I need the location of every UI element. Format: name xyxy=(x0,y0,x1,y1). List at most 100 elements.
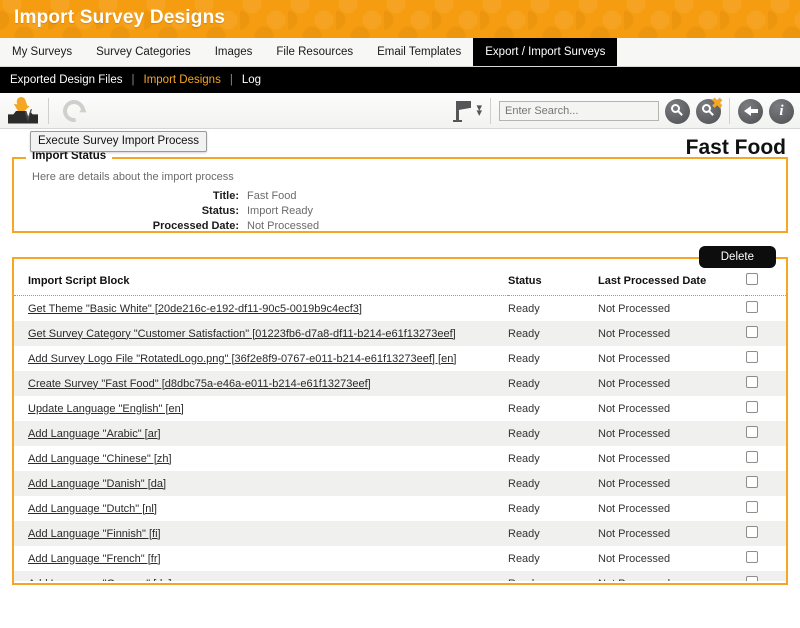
clear-search-button[interactable]: ✖ xyxy=(696,99,721,124)
cell-select xyxy=(746,546,786,571)
cell-status: Ready xyxy=(508,571,598,581)
x-badge-icon: ✖ xyxy=(711,96,723,110)
select-all-checkbox[interactable] xyxy=(746,273,758,285)
back-button[interactable] xyxy=(738,99,763,124)
table-row: Add Language "Danish" [da]ReadyNot Proce… xyxy=(14,471,786,496)
page-header-title: Import Survey Designs xyxy=(14,7,225,29)
script-block-link[interactable]: Add Language "German" [de] xyxy=(28,578,172,582)
cell-last-processed-date: Not Processed xyxy=(598,521,746,546)
row-checkbox[interactable] xyxy=(746,501,758,513)
row-checkbox[interactable] xyxy=(746,476,758,488)
row-checkbox[interactable] xyxy=(746,551,758,563)
col-status: Status xyxy=(508,259,598,296)
table-row: Add Language "Chinese" [zh]ReadyNot Proc… xyxy=(14,446,786,471)
tab-email-templates[interactable]: Email Templates xyxy=(365,38,473,66)
primary-tab-bar: My SurveysSurvey CategoriesImagesFile Re… xyxy=(0,38,800,67)
cell-status: Ready xyxy=(508,346,598,371)
cell-select xyxy=(746,346,786,371)
tab-survey-categories[interactable]: Survey Categories xyxy=(84,38,203,66)
cell-last-processed-date: Not Processed xyxy=(598,571,746,581)
info-button[interactable]: i xyxy=(769,99,794,124)
script-block-link[interactable]: Add Language "Arabic" [ar] xyxy=(28,428,161,440)
script-block-link[interactable]: Add Language "Chinese" [zh] xyxy=(28,453,172,465)
script-block-link[interactable]: Get Theme "Basic White" [20de216c-e192-d… xyxy=(28,303,362,315)
cell-status: Ready xyxy=(508,371,598,396)
row-checkbox[interactable] xyxy=(746,526,758,538)
script-block-link[interactable]: Update Language "English" [en] xyxy=(28,403,184,415)
cell-status: Ready xyxy=(508,396,598,421)
row-checkbox[interactable] xyxy=(746,451,758,463)
search-button[interactable] xyxy=(665,99,690,124)
cell-status: Ready xyxy=(508,521,598,546)
table-body: Get Theme "Basic White" [20de216c-e192-d… xyxy=(14,296,786,582)
tab-export-import-surveys[interactable]: Export / Import Surveys xyxy=(473,38,617,66)
subnav-item-exported-design-files[interactable]: Exported Design Files xyxy=(10,74,123,86)
refresh-icon xyxy=(59,95,90,126)
row-checkbox[interactable] xyxy=(746,351,758,363)
script-block-link[interactable]: Add Language "Dutch" [nl] xyxy=(28,503,157,515)
row-checkbox[interactable] xyxy=(746,426,758,438)
flag-filter-button[interactable]: ▾▾ xyxy=(453,100,482,122)
table-row: Add Language "Finnish" [fi] ReadyNot Proc… xyxy=(14,521,786,546)
cell-status: Ready xyxy=(508,496,598,521)
cell-last-processed-date: Not Processed xyxy=(598,546,746,571)
delete-button[interactable]: Delete xyxy=(699,246,776,268)
import-status-description: Here are details about the import proces… xyxy=(14,159,786,183)
execute-survey-import-button[interactable] xyxy=(6,96,40,126)
cell-last-processed-date: Not Processed xyxy=(598,396,746,421)
cell-status: Ready xyxy=(508,321,598,346)
cell-script-block: Add Language "Finnish" [fi] xyxy=(14,521,508,546)
script-block-link[interactable]: Create Survey "Fast Food" [d8dbc75a-e46a… xyxy=(28,378,371,390)
cell-select xyxy=(746,296,786,322)
script-table-scroll[interactable]: Import Script Block Status Last Processe… xyxy=(14,259,786,581)
cell-last-processed-date: Not Processed xyxy=(598,496,746,521)
sub-navigation-bar: Exported Design Files|Import Designs|Log xyxy=(0,67,800,93)
tab-my-surveys[interactable]: My Surveys xyxy=(0,38,84,66)
subnav-item-import-designs[interactable]: Import Designs xyxy=(144,74,221,86)
import-status-panel: Import Status Here are details about the… xyxy=(12,157,788,233)
cell-last-processed-date: Not Processed xyxy=(598,321,746,346)
table-row: Add Language "German" [de] ReadyNot Proce… xyxy=(14,571,786,581)
table-row: Create Survey "Fast Food" [d8dbc75a-e46a… xyxy=(14,371,786,396)
refresh-button[interactable] xyxy=(57,100,91,122)
cell-status: Ready xyxy=(508,546,598,571)
cell-script-block: Add Language "Arabic" [ar] xyxy=(14,421,508,446)
cell-script-block: Add Survey Logo File "RotatedLogo.png" [… xyxy=(14,346,508,371)
search-input[interactable] xyxy=(499,101,659,121)
row-checkbox[interactable] xyxy=(746,326,758,338)
toolbar-divider-3 xyxy=(729,98,730,124)
subnav-separator: | xyxy=(230,74,233,86)
script-block-link[interactable]: Add Language "French" [fr] xyxy=(28,553,161,565)
script-block-link[interactable]: Add Survey Logo File "RotatedLogo.png" [… xyxy=(28,353,456,365)
cell-select xyxy=(746,371,786,396)
table-row: Add Language "Dutch" [nl] ReadyNot Proces… xyxy=(14,496,786,521)
cell-select xyxy=(746,421,786,446)
subnav-item-log[interactable]: Log xyxy=(242,74,261,86)
flag-icon xyxy=(453,100,473,122)
row-checkbox[interactable] xyxy=(746,576,758,581)
cell-select xyxy=(746,321,786,346)
status-field-label: Processed Date: xyxy=(14,220,239,232)
search-icon xyxy=(671,104,680,113)
action-toolbar: ▾▾ ✖ i xyxy=(0,93,800,129)
cell-select xyxy=(746,396,786,421)
script-block-link[interactable]: Add Language "Danish" [da] xyxy=(28,478,166,490)
row-checkbox[interactable] xyxy=(746,401,758,413)
tab-images[interactable]: Images xyxy=(203,38,265,66)
script-block-link[interactable]: Add Language "Finnish" [fi] xyxy=(28,528,161,540)
cell-last-processed-date: Not Processed xyxy=(598,371,746,396)
row-checkbox[interactable] xyxy=(746,301,758,313)
row-checkbox[interactable] xyxy=(746,376,758,388)
script-block-link[interactable]: Get Survey Category "Customer Satisfacti… xyxy=(28,328,456,340)
chevron-double-down-icon[interactable]: ▾▾ xyxy=(476,106,482,116)
cell-script-block: Add Language "German" [de] xyxy=(14,571,508,581)
status-field-value: Import Ready xyxy=(247,205,313,217)
table-row: Add Survey Logo File "RotatedLogo.png" [… xyxy=(14,346,786,371)
tab-bar-filler xyxy=(617,38,800,66)
search-clear-icon xyxy=(702,104,711,113)
status-field-row: Status:Import Ready xyxy=(14,205,786,217)
import-tray-icon xyxy=(6,96,40,126)
tab-file-resources[interactable]: File Resources xyxy=(264,38,365,66)
table-header-row: Import Script Block Status Last Processe… xyxy=(14,259,786,296)
cell-status: Ready xyxy=(508,421,598,446)
